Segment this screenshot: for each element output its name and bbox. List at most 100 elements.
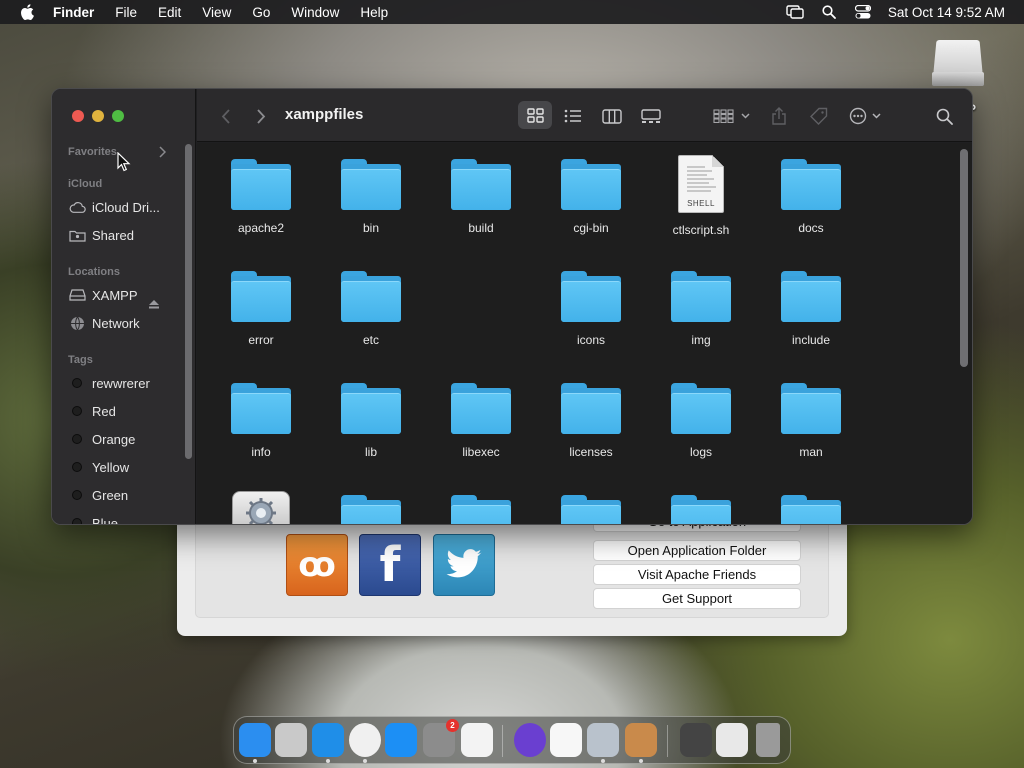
sidebar-tag-green[interactable]: Green xyxy=(68,485,188,505)
sidebar-tag-orange[interactable]: Orange xyxy=(68,429,188,449)
folder-item[interactable]: logs xyxy=(651,367,751,463)
folder-item[interactable] xyxy=(541,479,641,524)
menu-view[interactable]: View xyxy=(202,5,231,20)
folder-icon xyxy=(231,271,291,323)
search-icon[interactable] xyxy=(934,105,954,127)
menu-edit[interactable]: Edit xyxy=(158,5,181,20)
window-title: xamppfiles xyxy=(285,106,364,123)
folder-item[interactable]: img xyxy=(651,255,751,351)
file-item[interactable]: SHELL ctlscript.sh xyxy=(651,143,751,239)
apple-menu-icon[interactable] xyxy=(17,4,37,20)
launchpad-icon[interactable] xyxy=(275,723,307,757)
folder-item[interactable]: man xyxy=(761,367,861,463)
sidebar-item-network[interactable]: Network xyxy=(68,313,188,333)
twitter-logo[interactable] xyxy=(433,534,495,596)
chevron-right-icon[interactable] xyxy=(158,145,167,163)
folder-item[interactable]: lib xyxy=(321,367,421,463)
folder-item[interactable]: bin xyxy=(321,143,421,239)
screenshot-thumbnail-2[interactable] xyxy=(716,723,748,757)
folder-item[interactable]: build xyxy=(431,143,531,239)
folder-item[interactable] xyxy=(431,479,531,524)
folder-item[interactable] xyxy=(761,479,861,524)
sidebar-scrollbar[interactable] xyxy=(185,144,192,459)
xampp-installer-icon[interactable] xyxy=(625,723,657,757)
screenshot-thumbnail-1[interactable] xyxy=(680,723,712,757)
shell-script-icon: SHELL xyxy=(678,155,724,213)
sidebar-tag-red[interactable]: Red xyxy=(68,401,188,421)
folder-item[interactable]: error xyxy=(211,255,311,351)
tag-icon[interactable] xyxy=(809,105,829,127)
folder-item[interactable]: include xyxy=(761,255,861,351)
sidebar-item-xampp[interactable]: XAMPP xyxy=(68,285,188,305)
visit-apache-friends-button[interactable]: Visit Apache Friends xyxy=(593,564,801,585)
system-settings-icon[interactable]: 2 xyxy=(423,719,459,757)
icon-view-button[interactable] xyxy=(518,101,552,129)
finder-icon[interactable] xyxy=(239,723,271,757)
sidebar-item-shared[interactable]: Shared xyxy=(68,225,188,245)
screen-mirroring-icon[interactable] xyxy=(786,3,804,21)
folder-item[interactable]: info xyxy=(211,367,311,463)
more-actions-button[interactable] xyxy=(849,105,885,127)
group-by-button[interactable] xyxy=(713,105,751,127)
sidebar-item-icloud-drive[interactable]: iCloud Dri... xyxy=(68,197,188,217)
xampp-drive-desktop-icon[interactable] xyxy=(930,38,986,90)
dock: 2 xyxy=(233,716,791,764)
zoom-button[interactable] xyxy=(112,110,124,122)
file-name-label: build xyxy=(468,221,494,235)
xampp-logo[interactable]: ꝏ xyxy=(286,534,348,596)
folder-item[interactable]: icons xyxy=(541,255,641,351)
folder-item[interactable]: apache2 xyxy=(211,143,311,239)
news-icon[interactable] xyxy=(550,723,582,757)
trash-icon[interactable] xyxy=(756,723,780,757)
sidebar-tag-blue[interactable]: Blue xyxy=(68,513,188,524)
folder-icon xyxy=(671,495,731,524)
close-button[interactable] xyxy=(72,110,84,122)
folder-item[interactable]: cgi-bin xyxy=(541,143,641,239)
menu-go[interactable]: Go xyxy=(252,5,270,20)
disk-icon xyxy=(68,287,86,303)
folder-item[interactable] xyxy=(321,479,421,524)
folder-item[interactable]: libexec xyxy=(431,367,531,463)
folder-item[interactable] xyxy=(651,479,751,524)
sidebar-item-label: Yellow xyxy=(92,459,130,475)
minimize-button[interactable] xyxy=(92,110,104,122)
xampp-manager-icon[interactable] xyxy=(587,723,619,757)
back-button[interactable] xyxy=(217,105,233,127)
app-store-icon[interactable] xyxy=(385,723,417,757)
menu-help[interactable]: Help xyxy=(360,5,388,20)
folder-item[interactable]: etc xyxy=(321,255,421,351)
file-name-label: docs xyxy=(798,221,824,235)
folder-icon xyxy=(671,271,731,323)
folder-icon xyxy=(561,159,621,211)
menu-clock[interactable]: Sat Oct 14 9:52 AM xyxy=(888,5,1005,20)
chrome-icon[interactable] xyxy=(349,723,381,757)
file-name-label: etc xyxy=(362,333,379,347)
menu-app-name[interactable]: Finder xyxy=(53,5,94,20)
sidebar-section-favorites[interactable]: Favorites xyxy=(68,146,117,158)
folder-item[interactable]: docs xyxy=(761,143,861,239)
get-support-button[interactable]: Get Support xyxy=(593,588,801,609)
gallery-view-button[interactable] xyxy=(639,105,663,127)
tag-dot-icon xyxy=(72,434,82,444)
column-view-button[interactable] xyxy=(600,105,624,127)
folder-item[interactable]: licenses xyxy=(541,367,641,463)
open-application-folder-button[interactable]: Open Application Folder xyxy=(593,540,801,561)
firefox-icon[interactable] xyxy=(514,723,546,757)
file-name-label: icons xyxy=(576,333,605,347)
sidebar-tag-rewwrerer[interactable]: rewwrerer xyxy=(68,373,188,393)
sidebar-tag-yellow[interactable]: Yellow xyxy=(68,457,188,477)
safari-icon[interactable] xyxy=(312,723,344,757)
share-icon[interactable] xyxy=(770,105,788,127)
textedit-icon[interactable] xyxy=(461,723,493,757)
facebook-logo[interactable]: f xyxy=(359,534,421,596)
menu-window[interactable]: Window xyxy=(291,5,339,20)
eject-icon[interactable] xyxy=(149,296,159,314)
folder-icon xyxy=(341,159,401,211)
control-center-icon[interactable] xyxy=(854,3,872,21)
spotlight-search-icon[interactable] xyxy=(820,3,838,21)
app-item[interactable] xyxy=(211,479,311,524)
content-scrollbar[interactable] xyxy=(960,149,968,367)
list-view-button[interactable] xyxy=(562,105,584,127)
forward-button[interactable] xyxy=(253,105,269,127)
menu-file[interactable]: File xyxy=(115,5,137,20)
